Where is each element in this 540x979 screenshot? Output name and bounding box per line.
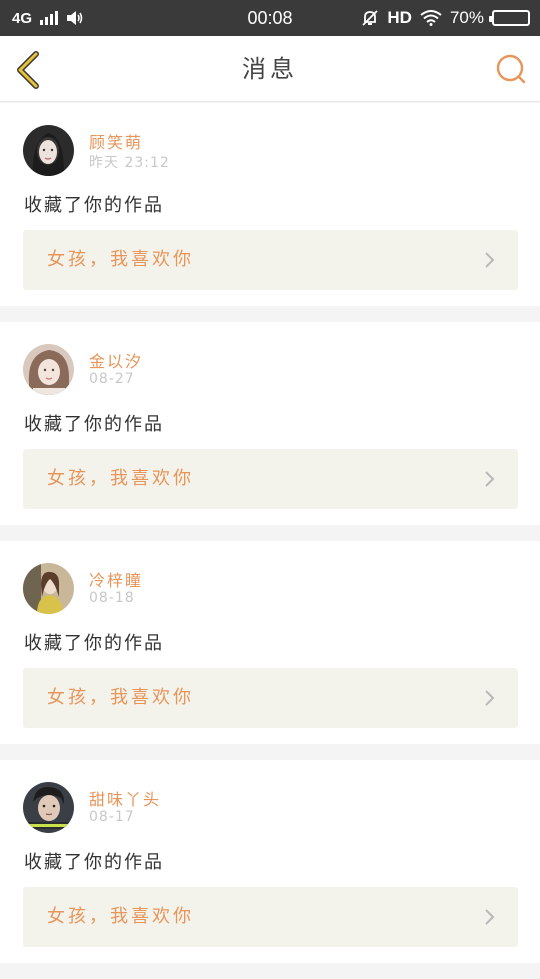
chevron-right-icon	[485, 909, 495, 925]
work-title: 女孩，我喜欢你	[47, 468, 194, 489]
message-card: 甜味丫头 08-17 收藏了你的作品 女孩，我喜欢你	[0, 760, 540, 963]
username[interactable]: 金以汐	[89, 348, 143, 372]
wifi-icon	[420, 10, 442, 26]
work-title: 女孩，我喜欢你	[47, 687, 194, 708]
work-link[interactable]: 女孩，我喜欢你	[23, 668, 518, 728]
action-text: 收藏了你的作品	[24, 195, 164, 216]
username[interactable]: 甜味丫头	[89, 786, 161, 810]
avatar[interactable]	[23, 125, 74, 176]
message-list: 顾笑萌 昨天 23:12 收藏了你的作品 女孩，我喜欢你 金以汐 08-27 收…	[0, 103, 540, 979]
work-link[interactable]: 女孩，我喜欢你	[23, 230, 518, 290]
page-title: 消息	[242, 55, 298, 83]
timestamp: 昨天 23:12	[89, 155, 170, 171]
chevron-right-icon	[485, 471, 495, 487]
work-title: 女孩，我喜欢你	[47, 906, 194, 927]
work-link[interactable]: 女孩，我喜欢你	[23, 887, 518, 947]
search-button[interactable]	[494, 52, 528, 86]
sound-icon	[66, 10, 84, 26]
network-type: 4G	[12, 9, 33, 27]
bell-off-icon	[361, 9, 379, 27]
action-text: 收藏了你的作品	[24, 414, 164, 435]
hd-indicator: HD	[387, 8, 412, 27]
status-right: HD 70%	[361, 8, 530, 28]
avatar[interactable]	[23, 563, 74, 614]
work-title: 女孩，我喜欢你	[47, 249, 194, 270]
action-text: 收藏了你的作品	[24, 852, 164, 873]
avatar[interactable]	[23, 782, 74, 833]
timestamp: 08-17	[89, 809, 135, 825]
work-link[interactable]: 女孩，我喜欢你	[23, 449, 518, 509]
timestamp: 08-27	[89, 371, 135, 387]
username[interactable]: 顾笑萌	[89, 129, 143, 153]
status-left: 4G	[12, 10, 84, 27]
username[interactable]: 冷梓瞳	[89, 567, 143, 591]
app-header: 消息	[0, 36, 540, 102]
timestamp: 08-18	[89, 590, 135, 606]
message-card: 冷梓瞳 08-18 收藏了你的作品 女孩，我喜欢你	[0, 541, 540, 744]
message-card: 顾笑萌 昨天 23:12 收藏了你的作品 女孩，我喜欢你	[0, 103, 540, 306]
action-text: 收藏了你的作品	[24, 633, 164, 654]
battery-icon	[489, 10, 530, 26]
chevron-right-icon	[485, 690, 495, 706]
signal-icon	[40, 11, 59, 25]
chevron-right-icon	[485, 252, 495, 268]
avatar[interactable]	[23, 344, 74, 395]
battery-percent: 70%	[449, 8, 484, 27]
search-icon	[496, 54, 526, 84]
status-bar: 4G 00:08 HD 70%	[0, 0, 540, 36]
message-card: 金以汐 08-27 收藏了你的作品 女孩，我喜欢你	[0, 322, 540, 525]
